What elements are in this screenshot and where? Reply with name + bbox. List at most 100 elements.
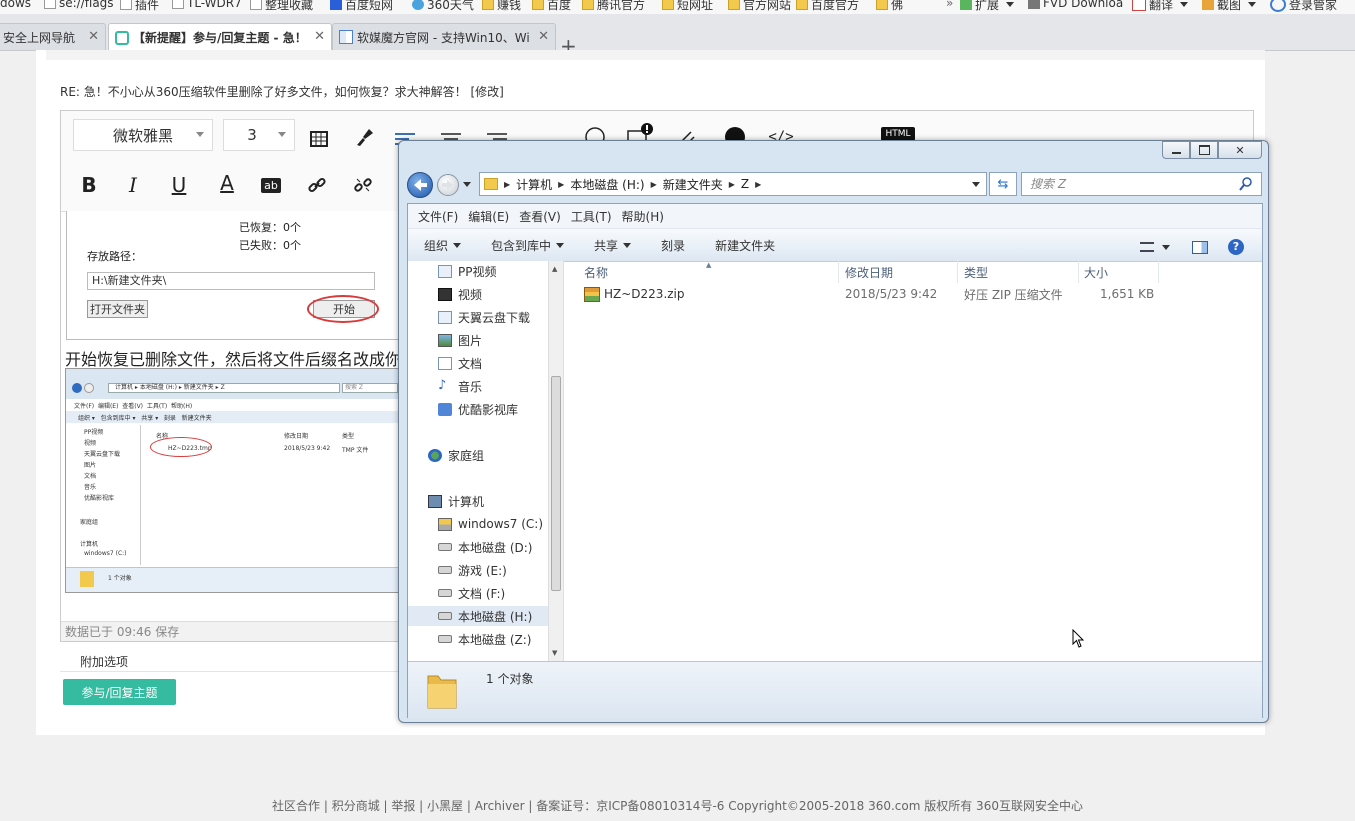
bookmark-item[interactable]: 赚钱	[482, 0, 521, 13]
nav-item-pp-video[interactable]: PP视频	[438, 261, 496, 281]
insert-link-button[interactable]	[303, 171, 331, 199]
html-mode-button[interactable]: HTML	[881, 127, 915, 141]
nav-item-homegroup[interactable]: 家庭组	[428, 445, 484, 465]
bookmark-item[interactable]: 百度	[532, 0, 571, 13]
scrollbar-thumb[interactable]	[551, 376, 561, 591]
help-icon[interactable]: ?	[1228, 239, 1244, 255]
tab-nav[interactable]: 安全上网导航 ✕	[0, 23, 106, 50]
column-separator[interactable]	[1078, 261, 1079, 283]
bookmarks-overflow[interactable]: »	[946, 0, 953, 10]
close-icon[interactable]: ✕	[88, 29, 99, 44]
column-separator[interactable]	[1158, 261, 1159, 283]
bookmark-item[interactable]: TL-WDR7	[172, 0, 242, 10]
tab-reply-topic[interactable]: 【新提醒】参与/回复主题 - 急！ ✕	[108, 23, 332, 51]
additional-options-toggle[interactable]: 附加选项	[80, 653, 128, 670]
file-row[interactable]: HZ~D223.zip	[584, 284, 685, 304]
menu-edit[interactable]: 编辑(E)	[468, 208, 509, 225]
breadcrumb-current[interactable]: Z	[741, 177, 749, 191]
bookmark-item[interactable]: 360天气	[412, 0, 474, 13]
bookmark-item[interactable]: 百度官方	[796, 0, 859, 13]
nav-item-cloud-download[interactable]: 天翼云盘下载	[438, 307, 530, 327]
italic-button[interactable]: I	[119, 171, 147, 199]
view-details-icon[interactable]	[1140, 242, 1154, 252]
column-separator[interactable]	[838, 261, 839, 283]
nav-item-video[interactable]: 视频	[438, 284, 482, 304]
maximize-button[interactable]	[1190, 141, 1218, 159]
address-history-dropdown[interactable]	[972, 182, 980, 187]
scroll-down-icon[interactable]: ▼	[552, 649, 557, 657]
nav-item-music[interactable]: ♪ 音乐	[438, 376, 482, 396]
menu-file[interactable]: 文件(F)	[418, 208, 458, 225]
reply-submit-button[interactable]: 参与/回复主题	[63, 679, 176, 705]
nav-item-drive-c[interactable]: windows7 (C:)	[438, 514, 543, 534]
font-color-button[interactable]: A	[213, 169, 241, 197]
column-size[interactable]: 大小	[1084, 261, 1108, 283]
breadcrumb-computer[interactable]: 计算机	[516, 176, 552, 193]
chevron-right-icon[interactable]: ▶	[558, 180, 564, 189]
nav-item-drive-d[interactable]: 本地磁盘 (D:)	[438, 537, 532, 557]
bookmark-item[interactable]: dows	[0, 0, 31, 10]
scroll-up-icon[interactable]: ▲	[552, 265, 557, 273]
nav-item-documents[interactable]: 文档	[438, 353, 482, 373]
bookmark-item[interactable]: 插件	[120, 0, 159, 13]
column-date[interactable]: 修改日期	[845, 261, 893, 283]
table-button[interactable]	[305, 125, 333, 153]
bookmark-item[interactable]: 百度短网	[330, 0, 393, 13]
search-input[interactable]: 搜索 Z	[1021, 172, 1262, 196]
chevron-right-icon[interactable]: ▶	[729, 180, 735, 189]
bookmark-item[interactable]: 整理收藏	[250, 0, 313, 13]
chevron-down-icon[interactable]	[1162, 244, 1170, 250]
tab-ruanmei[interactable]: 软媒魔方官网 - 支持Win10、Wi ✕	[332, 23, 556, 50]
nav-item-drive-e[interactable]: 游戏 (E:)	[438, 560, 507, 580]
bookmark-item[interactable]: se://flags	[44, 0, 114, 10]
burn-button[interactable]: 刻录	[661, 237, 685, 254]
bookmark-item[interactable]: 官方网站	[728, 0, 791, 13]
remove-link-button[interactable]	[349, 171, 377, 199]
new-folder-button[interactable]: 新建文件夹	[715, 237, 775, 254]
translate-button[interactable]: 翻译	[1132, 0, 1189, 13]
forward-button[interactable]	[437, 174, 459, 196]
preview-pane-icon[interactable]	[1192, 240, 1208, 254]
bookmark-item[interactable]: 佛	[876, 0, 903, 13]
include-in-library-button[interactable]: 包含到库中	[491, 237, 565, 254]
nav-item-computer[interactable]: 计算机	[428, 491, 484, 511]
nav-item-drive-h[interactable]: 本地磁盘 (H:)	[408, 606, 548, 626]
chevron-right-icon[interactable]: ▶	[651, 180, 657, 189]
column-name[interactable]: 名称	[584, 261, 608, 283]
nav-item-drive-f[interactable]: 文档 (F:)	[438, 583, 505, 603]
extension-fvd[interactable]: FVD Downloa	[1028, 0, 1123, 10]
nav-scrollbar[interactable]: ▲ ▼	[548, 261, 563, 661]
format-painter-button[interactable]	[351, 123, 379, 151]
column-type[interactable]: 类型	[964, 261, 988, 283]
minimize-button[interactable]	[1162, 141, 1190, 159]
bookmark-item[interactable]: 腾讯官方	[582, 0, 645, 13]
bookmark-item[interactable]: 短网址	[662, 0, 713, 13]
back-button[interactable]	[407, 172, 433, 198]
chevron-right-icon[interactable]: ▶	[755, 180, 761, 189]
nav-item-youku[interactable]: 优酷影视库	[438, 399, 518, 419]
search-icon[interactable]	[1239, 177, 1253, 194]
menu-view[interactable]: 查看(V)	[519, 208, 561, 225]
menu-help[interactable]: 帮助(H)	[622, 208, 664, 225]
nav-item-drive-z[interactable]: 本地磁盘 (Z:)	[438, 629, 531, 649]
organize-button[interactable]: 组织	[424, 237, 462, 254]
font-family-select[interactable]: 微软雅黑	[73, 119, 213, 151]
extensions-button[interactable]: 扩展	[960, 0, 1015, 13]
close-icon[interactable]: ✕	[314, 29, 325, 44]
breadcrumb-folder[interactable]: 新建文件夹	[663, 176, 723, 193]
menu-tools[interactable]: 工具(T)	[571, 208, 612, 225]
background-color-button[interactable]: ab	[257, 171, 285, 199]
share-button[interactable]: 共享	[594, 237, 632, 254]
refresh-button[interactable]: ⇆	[989, 172, 1017, 196]
font-size-select[interactable]: 3	[223, 119, 295, 151]
nav-item-pictures[interactable]: 图片	[438, 330, 482, 350]
underline-button[interactable]: U	[165, 171, 193, 199]
address-bar[interactable]: ▶ 计算机 ▶ 本地磁盘 (H:) ▶ 新建文件夹 ▶ Z ▶	[479, 172, 987, 196]
close-button[interactable]: ✕	[1218, 141, 1262, 159]
column-separator[interactable]	[957, 261, 958, 283]
recent-pages-dropdown[interactable]	[463, 182, 471, 187]
bold-button[interactable]: B	[75, 171, 103, 199]
login-manager-button[interactable]: 登录管家	[1270, 0, 1337, 13]
screenshot-button[interactable]: 截图	[1202, 0, 1257, 13]
close-icon[interactable]: ✕	[538, 29, 549, 44]
